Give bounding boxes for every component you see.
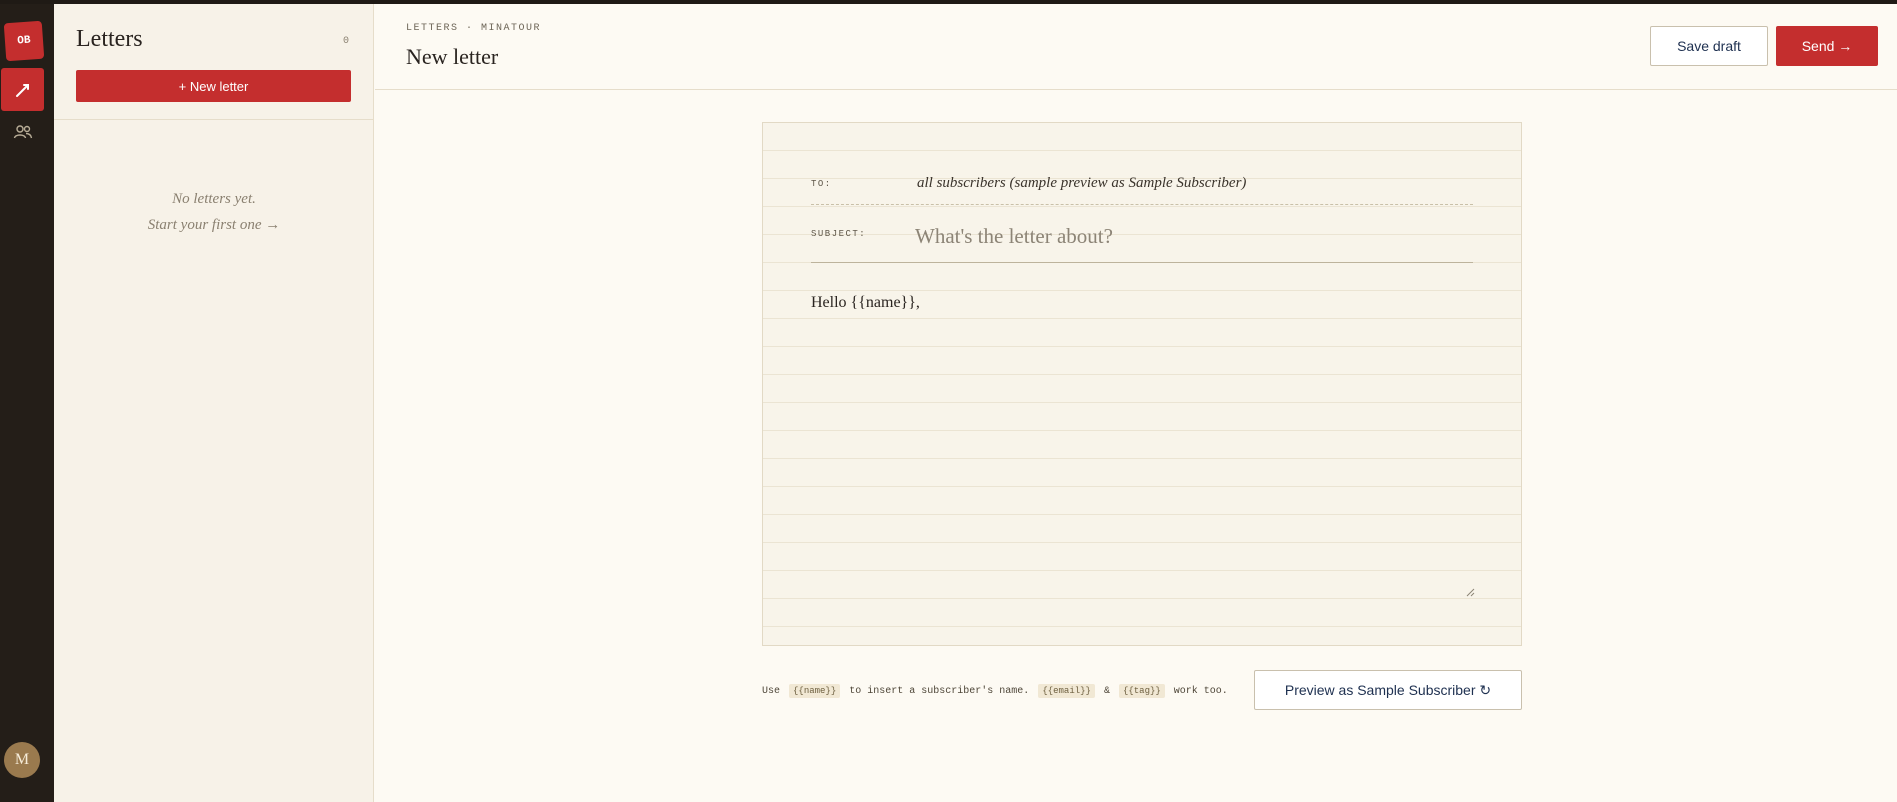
app-logo[interactable]: OB xyxy=(3,20,45,62)
email-token: {{email}} xyxy=(1038,684,1095,698)
compose-header: LETTERS · MINATOUR New letter Save draft… xyxy=(375,4,1897,90)
send-button[interactable]: Send → xyxy=(1776,26,1878,66)
page-title: New letter xyxy=(406,44,499,69)
app-rail: OB M xyxy=(0,4,54,802)
nav-letters-button[interactable] xyxy=(1,68,44,111)
hint-prefix: Use xyxy=(762,686,781,697)
preview-button[interactable]: Preview as Sample Subscriber ↻ xyxy=(1254,670,1522,710)
pen-icon xyxy=(15,83,29,97)
recipients-value: all subscribers (sample preview as Sampl… xyxy=(917,175,1247,191)
subject-input[interactable] xyxy=(915,219,1471,253)
people-icon xyxy=(13,124,32,138)
name-token: {{name}} xyxy=(789,684,841,698)
hint-suffix: work too. xyxy=(1173,686,1228,697)
breadcrumb: LETTERS · MINATOUR xyxy=(406,23,542,34)
letters-panel: Letters 0 + New letter No letters yet. S… xyxy=(54,4,374,802)
empty-message: No letters yet. xyxy=(172,191,256,207)
hint-middle: to insert a subscriber's name. xyxy=(849,686,1030,697)
to-row: TO: all subscribers (sample preview as S… xyxy=(811,173,1473,205)
compose-area: LETTERS · MINATOUR New letter Save draft… xyxy=(375,4,1897,802)
letters-panel-header: Letters 0 + New letter xyxy=(54,4,373,120)
nav-subscribers-button[interactable] xyxy=(1,110,44,153)
start-first-letter-link[interactable]: Start your first one → xyxy=(54,212,374,238)
new-letter-button[interactable]: + New letter xyxy=(76,70,351,102)
subject-label: SUBJECT: xyxy=(811,229,867,239)
subject-row: SUBJECT: xyxy=(811,215,1473,263)
letter-paper: TO: all subscribers (sample preview as S… xyxy=(762,122,1522,646)
tag-token: {{tag}} xyxy=(1118,684,1165,698)
hint-amp: & xyxy=(1103,686,1110,697)
letters-panel-title: Letters xyxy=(76,26,143,52)
letters-empty-state: No letters yet. Start your first one → xyxy=(54,186,374,238)
to-label: TO: xyxy=(811,179,832,189)
letter-body-input[interactable]: Hello {{name}}, xyxy=(811,289,1473,595)
letters-count: 0 xyxy=(342,36,349,47)
user-avatar[interactable]: M xyxy=(4,742,40,778)
resize-grip-icon[interactable] xyxy=(1465,587,1475,597)
merge-tag-hint: Use {{name}} to insert a subscriber's na… xyxy=(762,684,1228,698)
save-draft-button[interactable]: Save draft xyxy=(1650,26,1768,66)
